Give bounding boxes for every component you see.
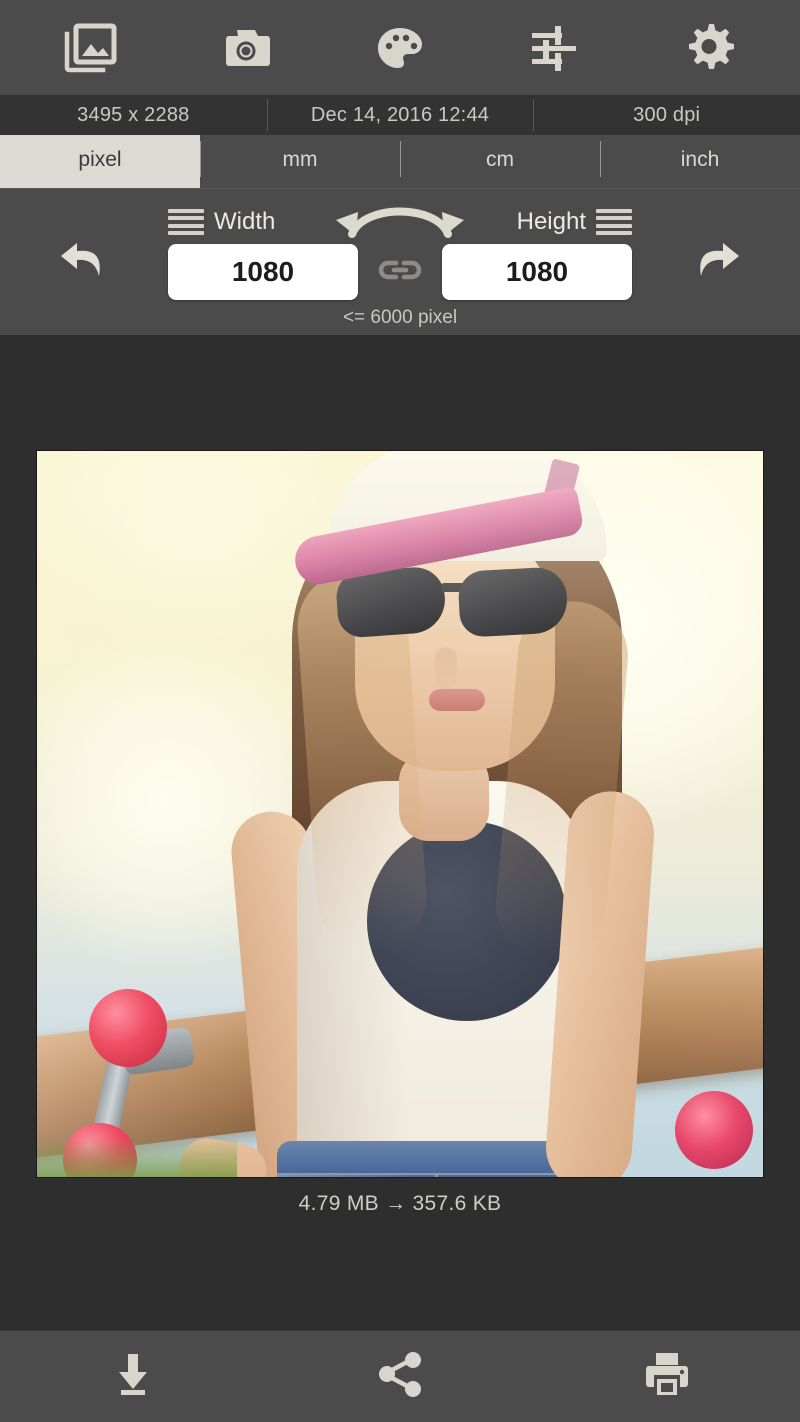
tab-pixel-label: pixel xyxy=(78,148,122,171)
gallery-icon xyxy=(63,20,119,76)
resize-panel: Width Height 1080 1080 <= 6000 pixel xyxy=(0,188,800,335)
photo-grass xyxy=(37,1136,237,1177)
width-menu-icon[interactable] xyxy=(168,209,204,235)
photo-wheel-right xyxy=(675,1090,753,1169)
info-date: Dec 14, 2016 12:44 xyxy=(266,95,534,135)
width-label-group: Width xyxy=(168,208,330,236)
save-button[interactable] xyxy=(0,1331,267,1422)
undo-button[interactable] xyxy=(38,225,134,305)
download-icon xyxy=(107,1348,159,1405)
photo-denim-fly-seam xyxy=(435,1174,438,1177)
photo-sunglasses xyxy=(334,564,569,639)
adjust-button[interactable] xyxy=(512,6,596,90)
filesize-indicator: 4.79 MB → 357.6 KB xyxy=(298,1191,502,1215)
undo-icon xyxy=(55,235,117,296)
share-icon xyxy=(374,1348,426,1405)
preview-canvas: 4.79 MB → 357.6 KB xyxy=(0,335,800,1330)
height-label: Height xyxy=(516,208,586,235)
photo-wheel-upper-left xyxy=(89,988,167,1067)
palette-button[interactable] xyxy=(358,6,442,90)
redo-button[interactable] xyxy=(666,225,762,305)
photo-preview[interactable] xyxy=(36,449,764,1178)
photo-lips xyxy=(429,688,485,711)
app-root: 3495 x 2288 Dec 14, 2016 12:44 300 dpi p… xyxy=(0,0,800,1422)
gallery-button[interactable] xyxy=(49,6,133,90)
tab-cm[interactable]: cm xyxy=(400,135,600,188)
top-toolbar xyxy=(0,0,800,95)
photo-sunglass-lens-right xyxy=(457,565,569,638)
dimension-inputs: 1080 1080 xyxy=(168,243,632,301)
dimension-group: Width Height 1080 1080 <= 6000 pixel xyxy=(168,203,632,328)
info-dpi: 300 dpi xyxy=(533,95,800,135)
image-info-bar: 3495 x 2288 Dec 14, 2016 12:44 300 dpi xyxy=(0,95,800,135)
tab-mm[interactable]: mm xyxy=(200,135,400,188)
dimension-labels: Width Height xyxy=(168,203,632,241)
redo-icon xyxy=(683,235,745,296)
tab-inch[interactable]: inch xyxy=(600,135,800,188)
tab-inch-label: inch xyxy=(680,148,720,171)
link-icon xyxy=(374,253,426,292)
height-menu-icon[interactable] xyxy=(596,209,632,235)
aspect-link-button[interactable] xyxy=(358,253,442,292)
size-limit-note: <= 6000 pixel xyxy=(342,307,458,328)
swap-button[interactable] xyxy=(330,203,470,241)
print-button[interactable] xyxy=(533,1331,800,1422)
tab-cm-label: cm xyxy=(486,148,514,171)
height-label-group: Height xyxy=(470,208,632,236)
info-dimensions: 3495 x 2288 xyxy=(77,103,190,126)
height-input[interactable]: 1080 xyxy=(442,244,632,300)
sliders-icon xyxy=(526,20,582,76)
tab-pixel[interactable]: pixel xyxy=(0,135,200,188)
width-label: Width xyxy=(214,208,276,235)
palette-icon xyxy=(372,20,428,76)
print-icon xyxy=(641,1348,693,1405)
photo-nose xyxy=(435,646,457,689)
share-button[interactable] xyxy=(267,1331,534,1422)
camera-button[interactable] xyxy=(204,6,288,90)
gear-icon xyxy=(681,20,737,76)
swap-arrows-icon xyxy=(330,198,470,247)
unit-tabs: pixel mm cm inch xyxy=(0,135,800,188)
tab-mm-label: mm xyxy=(282,148,318,171)
camera-icon xyxy=(218,20,274,76)
width-input[interactable]: 1080 xyxy=(168,244,358,300)
bottom-toolbar xyxy=(0,1330,800,1422)
settings-button[interactable] xyxy=(667,6,751,90)
